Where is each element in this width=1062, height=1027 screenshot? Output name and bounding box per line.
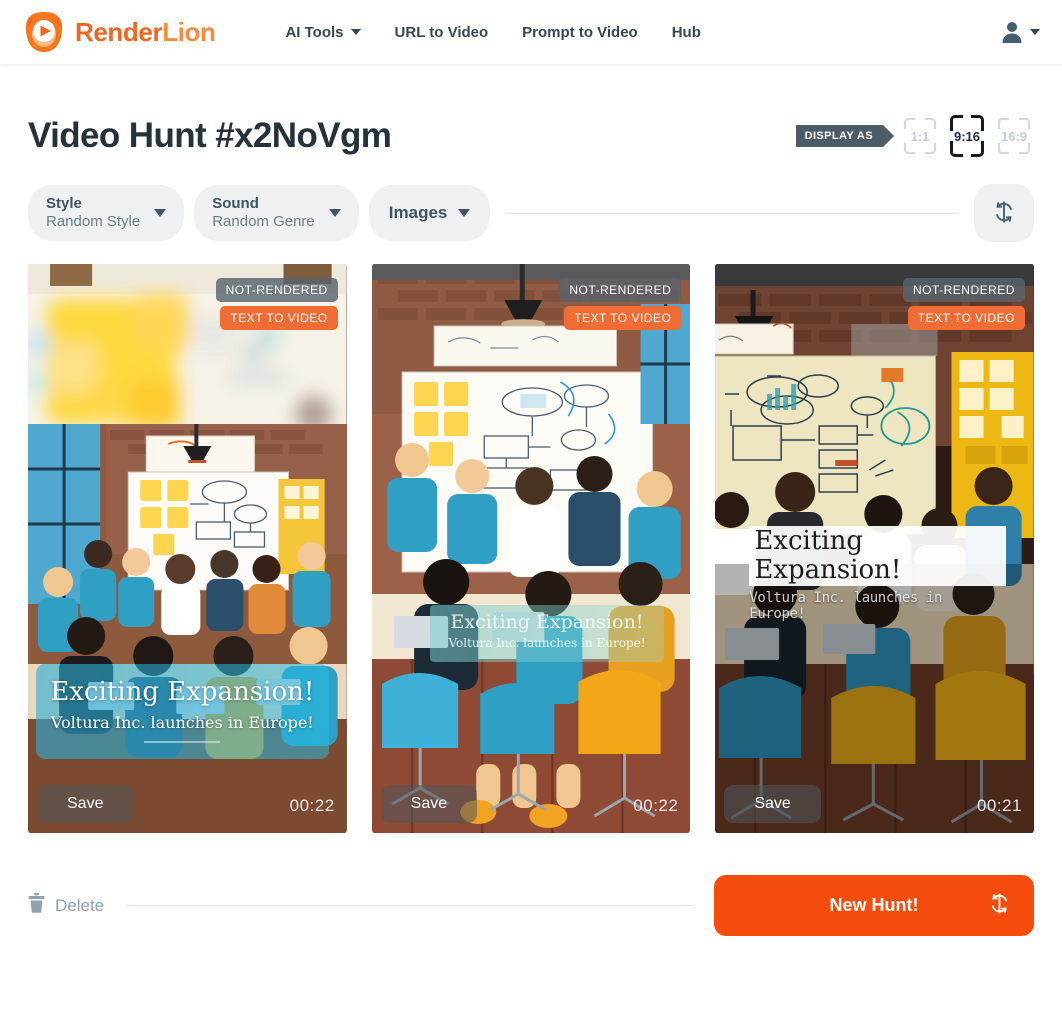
caption-overlay: Exciting Expansion! Voltura Inc. launche…: [749, 526, 1006, 622]
chevron-down-icon: [154, 209, 167, 217]
kind-badge: TEXT TO VIDEO: [220, 306, 338, 330]
trash-icon: [28, 893, 45, 918]
status-badge: NOT-RENDERED: [215, 278, 338, 302]
nav-item-label: Prompt to Video: [522, 23, 638, 41]
corner-bracket-icon: [971, 115, 984, 131]
new-hunt-button[interactable]: New Hunt!: [714, 875, 1034, 936]
style-dropdown[interactable]: Style Random Style: [28, 185, 185, 241]
lion-play-logo-icon: [22, 10, 66, 54]
caption-overlay: Exciting Expansion! Voltura Inc. launche…: [36, 664, 329, 759]
card-badges: NOT-RENDERED TEXT TO VIDEO: [902, 278, 1025, 330]
brand-wordmark: RenderLion: [75, 16, 216, 48]
save-button[interactable]: Save: [380, 785, 478, 823]
style-dropdown-title: Style: [46, 195, 82, 213]
corner-bracket-icon: [1019, 143, 1030, 154]
corner-bracket-icon: [950, 141, 963, 157]
corner-bracket-icon: [1019, 118, 1030, 129]
sound-dropdown-title: Sound: [212, 195, 259, 213]
caption-title: Exciting Expansion!: [50, 677, 315, 708]
ratio-button-9-16[interactable]: 9:16: [949, 115, 985, 157]
status-badge: NOT-RENDERED: [559, 278, 682, 302]
chevron-down-icon: [1030, 29, 1040, 35]
corner-bracket-icon: [998, 143, 1009, 154]
video-card[interactable]: NOT-RENDERED TEXT TO VIDEO Exciting Expa…: [715, 264, 1034, 833]
caption-subtitle: Voltura Inc. launches in Europe!: [448, 635, 646, 650]
save-button[interactable]: Save: [37, 785, 134, 823]
status-badge: NOT-RENDERED: [902, 278, 1025, 302]
nav-item-label: AI Tools: [285, 23, 344, 41]
corner-bracket-icon: [950, 115, 963, 131]
video-card[interactable]: NOT-RENDERED TEXT TO VIDEO Exciting Expa…: [371, 264, 691, 833]
user-account-icon: [999, 19, 1025, 45]
kind-badge: TEXT TO VIDEO: [564, 306, 682, 330]
ratio-label: 1:1: [910, 128, 930, 144]
delete-label: Delete: [55, 895, 105, 915]
regenerate-button[interactable]: [974, 184, 1034, 242]
sound-dropdown[interactable]: Sound Random Genre: [194, 185, 359, 241]
images-dropdown[interactable]: Images: [368, 185, 491, 241]
nav-item-label: URL to Video: [394, 23, 489, 41]
brand-name-part1: Render: [75, 16, 163, 47]
images-dropdown-title: Images: [388, 203, 448, 222]
video-thumbnail: [371, 264, 691, 833]
duration-label: 00:22: [289, 796, 335, 815]
caption-rule: [144, 741, 221, 743]
top-navigation-bar: RenderLion AI Tools URL to Video Prompt …: [0, 0, 1062, 64]
page-title: Video Hunt #x2NoVgm: [28, 116, 392, 155]
chevron-down-icon: [350, 29, 361, 35]
divider: [126, 905, 694, 906]
video-card[interactable]: NOT-RENDERED TEXT TO VIDEO Exciting Expa…: [28, 264, 347, 833]
kind-badge: TEXT TO VIDEO: [907, 306, 1025, 330]
ratio-button-16-9[interactable]: 16:9: [994, 116, 1034, 156]
footer-actions: Delete New Hunt!: [28, 875, 1034, 936]
page-content: Video Hunt #x2NoVgm DISPLAY AS 1:1 9:16: [0, 115, 1062, 936]
refresh-icon: [992, 200, 1016, 227]
sound-dropdown-value: Random Genre: [212, 213, 315, 230]
nav-item-ai-tools[interactable]: AI Tools: [285, 23, 361, 41]
ratio-label: 16:9: [1000, 128, 1028, 144]
nav-item-label: Hub: [671, 23, 701, 41]
ratio-button-1-1[interactable]: 1:1: [900, 116, 940, 156]
save-button[interactable]: Save: [724, 785, 821, 823]
duration-label: 00:21: [976, 796, 1022, 815]
new-hunt-label: New Hunt!: [829, 895, 919, 915]
caption-title: Exciting Expansion!: [749, 526, 1006, 587]
corner-bracket-icon: [925, 118, 936, 129]
main-nav: AI Tools URL to Video Prompt to Video Hu…: [285, 24, 700, 41]
title-row: Video Hunt #x2NoVgm DISPLAY AS 1:1 9:16: [28, 115, 1034, 157]
caption-subtitle: Voltura Inc. launches in Europe!: [50, 713, 314, 732]
chevron-down-icon: [458, 209, 471, 217]
chevron-down-icon: [328, 209, 341, 217]
video-results-grid: NOT-RENDERED TEXT TO VIDEO Exciting Expa…: [28, 264, 1034, 833]
style-dropdown-value: Random Style: [46, 213, 141, 230]
caption-subtitle: Voltura Inc. launches in Europe!: [749, 590, 943, 623]
brand-name-part2: Lion: [162, 16, 216, 47]
nav-item-hub[interactable]: Hub: [672, 24, 701, 41]
caption-title: Exciting Expansion!: [450, 611, 644, 633]
corner-bracket-icon: [971, 141, 984, 157]
card-badges: NOT-RENDERED TEXT TO VIDEO: [215, 278, 338, 330]
duration-label: 00:22: [633, 796, 679, 815]
corner-bracket-icon: [998, 118, 1009, 129]
delete-button[interactable]: Delete: [28, 893, 104, 918]
display-as-control: DISPLAY AS 1:1 9:16 16:9: [795, 115, 1034, 157]
caption-overlay: Exciting Expansion! Voltura Inc. launche…: [429, 605, 665, 662]
nav-item-url-to-video[interactable]: URL to Video: [395, 24, 489, 41]
corner-bracket-icon: [925, 143, 936, 154]
filter-bar: Style Random Style Sound Random Genre Im…: [28, 184, 1034, 242]
refresh-icon: [988, 892, 1011, 920]
corner-bracket-icon: [904, 143, 915, 154]
nav-item-prompt-to-video[interactable]: Prompt to Video: [522, 24, 638, 41]
divider: [506, 212, 958, 214]
account-menu[interactable]: [999, 19, 1040, 45]
card-badges: NOT-RENDERED TEXT TO VIDEO: [559, 278, 682, 330]
display-as-label: DISPLAY AS: [795, 125, 895, 147]
corner-bracket-icon: [904, 118, 915, 129]
brand-logo[interactable]: RenderLion: [22, 10, 216, 54]
